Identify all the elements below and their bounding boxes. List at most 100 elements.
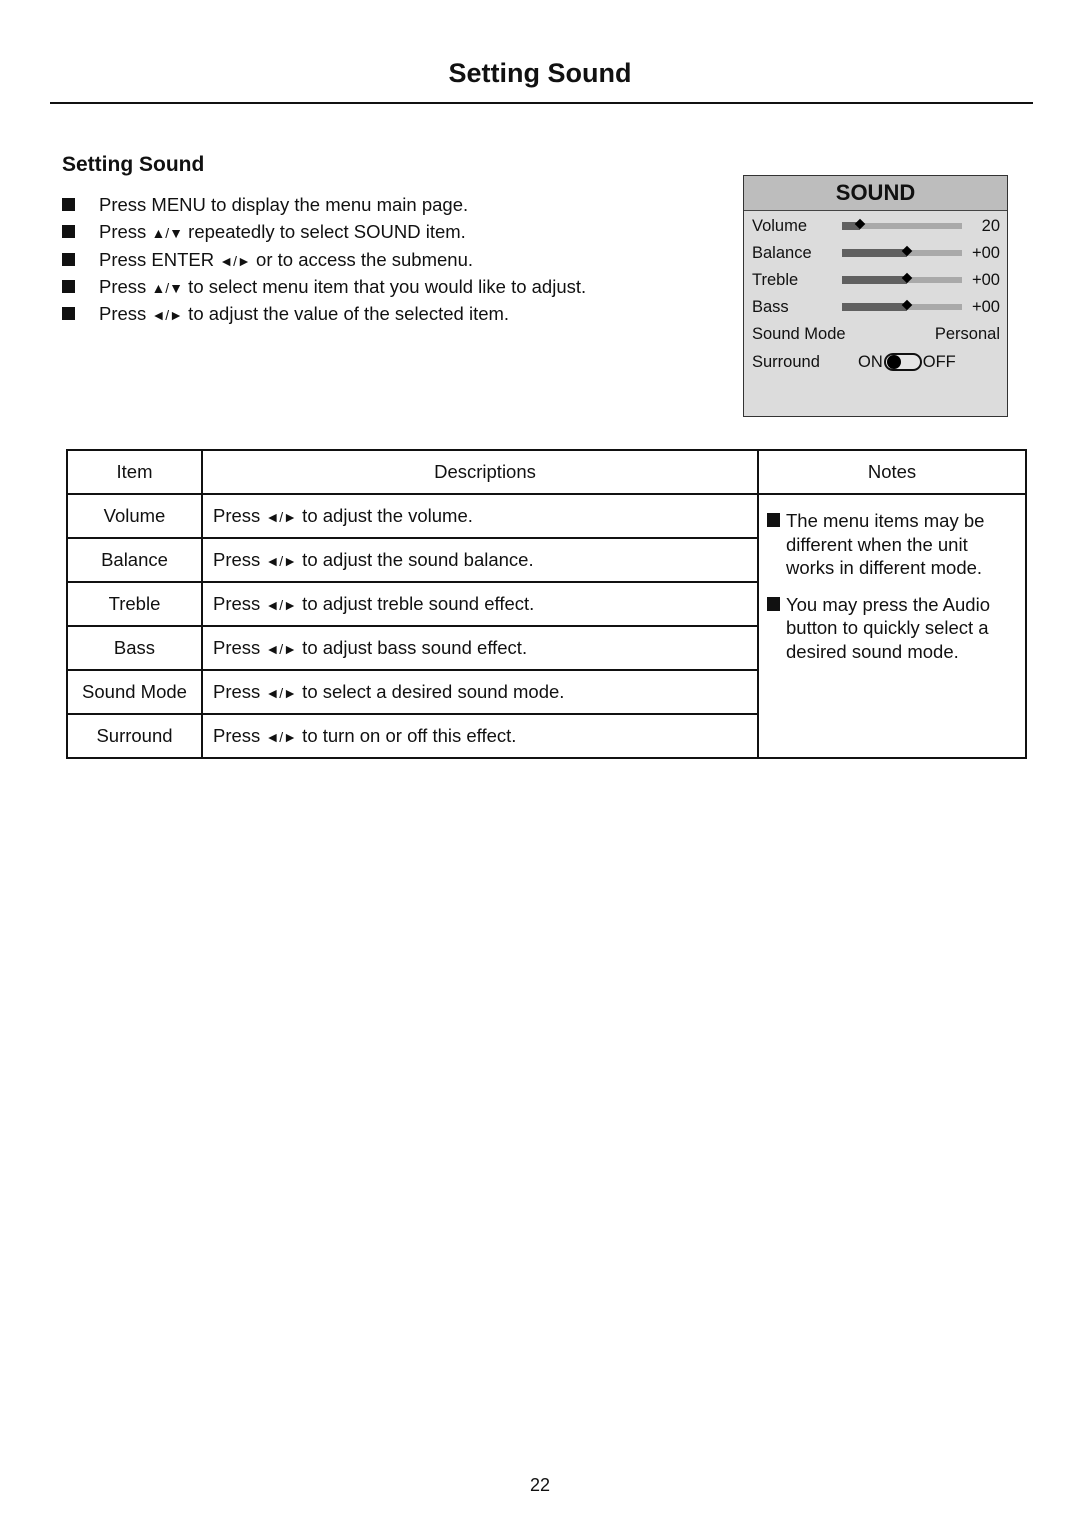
bass-slider[interactable] <box>842 299 962 311</box>
table-header-row: Item Descriptions Notes <box>66 449 1027 495</box>
left-right-arrows-icon: ◄/► <box>265 685 298 701</box>
desc-text: to adjust the volume. <box>297 505 473 526</box>
osd-volume-label: Volume <box>752 217 808 235</box>
cell-item: Sound Mode <box>66 669 203 715</box>
left-right-arrows-icon: ◄/► <box>265 729 298 745</box>
step-text: Press ENTER <box>99 248 220 270</box>
step-item: Press ◄/► to adjust the value of the sel… <box>62 302 586 329</box>
cell-description: Press ◄/► to adjust the volume. <box>201 493 759 539</box>
treble-slider[interactable] <box>842 272 962 284</box>
osd-bass-label: Bass <box>752 298 789 316</box>
cell-item: Volume <box>66 493 203 539</box>
section-heading: Setting Sound <box>62 153 205 176</box>
square-bullet-icon <box>62 198 75 211</box>
instruction-steps: Press MENU to display the menu main page… <box>62 193 586 329</box>
desc-text: Press <box>213 725 266 746</box>
cell-description: Press ◄/► to turn on or off this effect. <box>201 713 759 759</box>
desc-text: Press <box>213 505 266 526</box>
step-item: Press MENU to display the menu main page… <box>62 193 586 220</box>
square-bullet-icon <box>62 307 75 321</box>
desc-text: to turn on or off this effect. <box>297 725 517 746</box>
sound-osd-menu: SOUND Volume 20 Balance +00 Treble +00 B… <box>743 175 1008 417</box>
osd-balance-label: Balance <box>752 244 812 262</box>
square-bullet-icon <box>767 596 780 611</box>
up-down-arrows-icon: ▲/▼ <box>151 225 184 242</box>
osd-bass-value: +00 <box>972 298 1000 316</box>
osd-balance-row[interactable]: Balance +00 <box>752 240 1000 266</box>
toggle-knob-icon <box>886 355 901 369</box>
surround-toggle-group[interactable]: ON OFF <box>858 349 956 375</box>
square-bullet-icon <box>62 252 75 266</box>
osd-volume-value: 20 <box>981 217 1000 235</box>
desc-text: Press <box>213 637 266 658</box>
step-text: to select menu item that you would like … <box>183 275 587 297</box>
slider-fill <box>842 249 907 257</box>
cell-item: Treble <box>66 581 203 627</box>
balance-slider[interactable] <box>842 245 962 257</box>
surround-toggle[interactable] <box>883 353 922 371</box>
osd-sound-mode-row[interactable]: Sound Mode Personal <box>752 321 1000 347</box>
page-number: 22 <box>529 1475 551 1495</box>
step-item: Press ENTER ◄/► or to access the submenu… <box>62 248 586 275</box>
cell-item: Balance <box>66 537 203 583</box>
step-text: repeatedly to select SOUND item. <box>183 221 466 243</box>
desc-text: Press <box>213 681 266 702</box>
desc-text: to adjust bass sound effect. <box>297 637 528 658</box>
step-text: Press MENU to display the menu main page… <box>99 194 469 215</box>
osd-header: SOUND <box>744 176 1007 211</box>
desc-text: to adjust treble sound effect. <box>297 593 535 614</box>
toggle-on-label: ON <box>858 353 883 371</box>
step-text: Press <box>99 221 152 243</box>
note-text: The menu items may be different when the… <box>786 510 985 578</box>
title-divider <box>50 102 1033 104</box>
note-text: You may press the Audio button to quickl… <box>786 593 990 662</box>
osd-treble-value: +00 <box>972 271 1000 289</box>
note-item: You may press the Audio button to quickl… <box>767 593 1017 664</box>
desc-text: to adjust the sound balance. <box>297 549 534 570</box>
square-bullet-icon <box>62 225 75 239</box>
header-descriptions: Descriptions <box>201 449 759 495</box>
step-text: Press <box>99 275 152 297</box>
cell-description: Press ◄/► to adjust the sound balance. <box>201 537 759 583</box>
volume-slider[interactable] <box>842 218 962 230</box>
page-title: Setting Sound <box>448 58 632 88</box>
slider-fill <box>842 276 907 284</box>
step-item: Press ▲/▼ to select menu item that you w… <box>62 275 586 302</box>
left-right-arrows-icon: ◄/► <box>265 509 298 525</box>
osd-surround-label: Surround <box>752 353 820 371</box>
desc-text: Press <box>213 593 266 614</box>
osd-sound-mode-label: Sound Mode <box>752 325 846 343</box>
osd-surround-row[interactable]: Surround ON OFF <box>752 349 1000 375</box>
osd-treble-row[interactable]: Treble +00 <box>752 267 1000 293</box>
left-right-arrows-icon: ◄/► <box>265 641 298 657</box>
osd-treble-label: Treble <box>752 271 799 289</box>
osd-balance-value: +00 <box>972 244 1000 262</box>
header-notes: Notes <box>757 449 1027 495</box>
step-item: Press ▲/▼ repeatedly to select SOUND ite… <box>62 220 586 247</box>
left-right-arrows-icon: ◄/► <box>265 553 298 569</box>
sound-items-table: Item Descriptions Notes Volume Press ◄/►… <box>66 449 1027 759</box>
toggle-off-label: OFF <box>922 353 956 371</box>
step-text: or to access the submenu. <box>250 248 474 270</box>
osd-volume-row[interactable]: Volume 20 <box>752 213 1000 239</box>
cell-description: Press ◄/► to adjust bass sound effect. <box>201 625 759 671</box>
note-item: The menu items may be different when the… <box>767 509 1017 580</box>
cell-description: Press ◄/► to select a desired sound mode… <box>201 669 759 715</box>
cell-item: Surround <box>66 713 203 759</box>
desc-text: Press <box>213 549 266 570</box>
cell-item: Bass <box>66 625 203 671</box>
up-down-arrows-icon: ▲/▼ <box>151 279 184 296</box>
osd-bass-row[interactable]: Bass +00 <box>752 294 1000 320</box>
slider-fill <box>842 303 907 311</box>
step-text: Press <box>99 303 152 325</box>
left-right-arrows-icon: ◄/► <box>265 597 298 613</box>
cell-description: Press ◄/► to adjust treble sound effect. <box>201 581 759 627</box>
desc-text: to select a desired sound mode. <box>297 681 565 702</box>
left-right-arrows-icon: ◄/► <box>151 307 184 324</box>
left-right-arrows-icon: ◄/► <box>219 252 251 269</box>
square-bullet-icon <box>767 513 780 527</box>
square-bullet-icon <box>62 279 75 293</box>
header-item: Item <box>66 449 203 495</box>
table-row: Volume Press ◄/► to adjust the volume. T… <box>66 493 1027 759</box>
cell-notes: The menu items may be different when the… <box>757 493 1027 759</box>
